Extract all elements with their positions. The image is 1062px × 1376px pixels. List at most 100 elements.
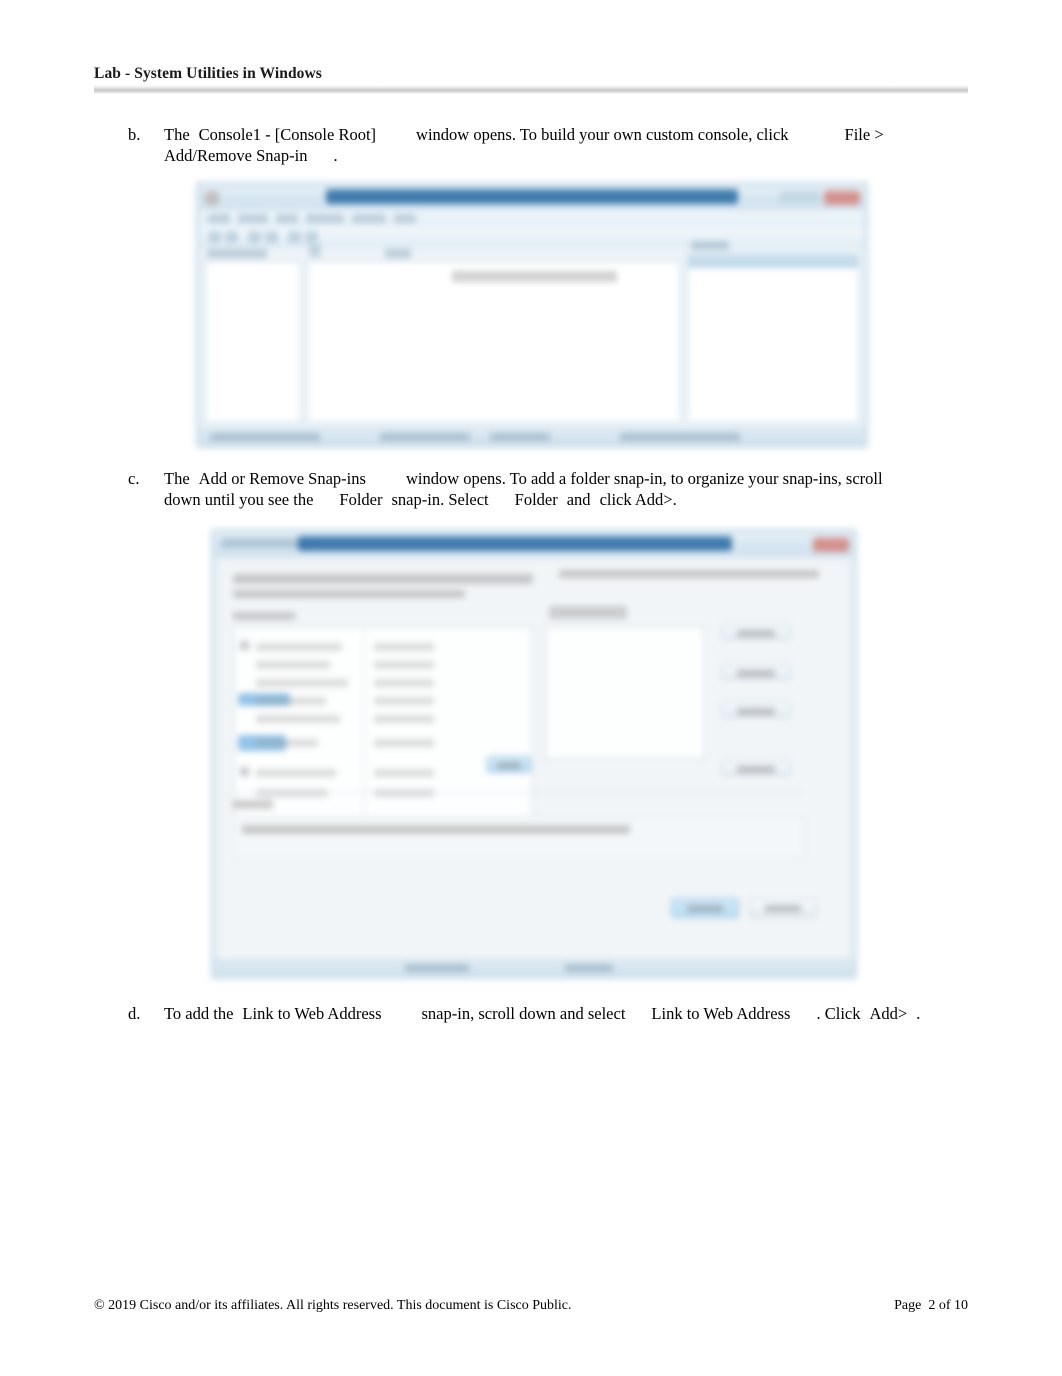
- snapin-row-5[interactable]: [256, 715, 340, 723]
- step-c-bold-folder-1: Folder: [339, 490, 383, 509]
- snapins-dialog: [211, 529, 857, 979]
- console-results-pane[interactable]: [307, 261, 681, 423]
- add-button[interactable]: [487, 756, 531, 773]
- document-header: Lab - System Utilities in Windows: [94, 64, 968, 94]
- actions-pane-label: [691, 241, 729, 250]
- step-d-text-4: .: [916, 1004, 921, 1023]
- cancel-button[interactable]: [749, 898, 817, 918]
- available-snapins-list[interactable]: [233, 626, 533, 818]
- results-empty-message: [452, 271, 617, 282]
- step-d-text-3: . Click: [816, 1004, 861, 1023]
- console-toolbar[interactable]: [200, 227, 864, 247]
- actions-pane-header: [687, 253, 859, 268]
- step-c: c. The Add or Remove Snap-ins window opens…: [128, 468, 938, 510]
- add-button-label: [497, 762, 521, 770]
- window-minimize-maximize-buttons[interactable]: [780, 191, 820, 203]
- step-d-bold-link-2: Link to Web Address: [651, 1004, 791, 1023]
- step-b-text-3: .: [333, 146, 338, 165]
- snapin-vendor-folder: [374, 739, 434, 747]
- console-app-icon: [205, 191, 219, 205]
- selected-snapins-label: [549, 606, 627, 619]
- snapin-row-2[interactable]: [256, 661, 330, 669]
- move-up-button[interactable]: [721, 624, 791, 640]
- toolbar-help-icon[interactable]: [305, 231, 318, 243]
- move-down-button[interactable]: [721, 664, 791, 680]
- remove-button[interactable]: [721, 702, 791, 718]
- step-b-text-1: The: [164, 125, 190, 144]
- menu-action[interactable]: [238, 214, 268, 223]
- description-label: [233, 800, 273, 809]
- step-b-marker: b.: [128, 125, 141, 144]
- toolbar-back-icon[interactable]: [208, 231, 221, 243]
- footer-page-label: Page: [894, 1298, 922, 1313]
- snapin-icon-1: [240, 641, 249, 650]
- advanced-button-label: [736, 765, 776, 773]
- console-title-text: [326, 189, 738, 204]
- console-tree-pane[interactable]: [205, 261, 301, 423]
- console-actions-pane[interactable]: [687, 267, 859, 423]
- advanced-button[interactable]: [721, 760, 791, 776]
- toolbar-properties-icon[interactable]: [288, 231, 301, 243]
- snapin-row-1[interactable]: [256, 643, 342, 651]
- results-name-column-label: [385, 249, 411, 258]
- dialog-close-button[interactable]: [813, 537, 849, 552]
- dialog-bottom-edge: [215, 959, 853, 975]
- snapin-vendor-8: [374, 789, 434, 797]
- snapin-row-4[interactable]: [256, 697, 326, 705]
- snapin-description-text: [242, 825, 630, 834]
- figure-snapins-dialog: [211, 529, 857, 979]
- list-column-divider: [364, 629, 365, 817]
- footer-copyright: © 2019 Cisco and/or its affiliates. All …: [94, 1298, 572, 1313]
- console-menubar[interactable]: [200, 210, 864, 227]
- dialog-titlebar: [215, 533, 853, 557]
- snapin-vendor-7: [374, 769, 434, 777]
- console-window: [196, 182, 868, 448]
- step-d-text-1: To add the: [164, 1004, 234, 1023]
- step-b-bold-console1: Console1 - [Console Root]: [198, 125, 377, 144]
- dialog-description-line-3: [233, 590, 465, 598]
- step-b-text: The Console1 - [Console Root] window opens…: [164, 124, 928, 166]
- dialog-description-line-1: [233, 574, 533, 584]
- remove-button-label: [736, 707, 776, 715]
- console-statusbar: [200, 428, 864, 444]
- step-c-marker: c.: [128, 469, 140, 488]
- step-c-text-4: snap-in. Select: [391, 490, 489, 509]
- ok-button[interactable]: [671, 898, 739, 918]
- status-segment-4: [620, 433, 740, 441]
- menu-view[interactable]: [276, 214, 298, 223]
- step-d-text-2: snap-in, scroll down and select: [421, 1004, 626, 1023]
- dialog-edge-segment-1: [405, 964, 469, 972]
- ok-button-label: [686, 905, 724, 913]
- console-root-label: [207, 249, 267, 258]
- status-segment-1: [210, 433, 320, 441]
- menu-favorites[interactable]: [306, 214, 344, 223]
- cancel-button-label: [764, 905, 802, 913]
- selected-snapins-list[interactable]: [545, 626, 705, 760]
- toolbar-save-icon[interactable]: [265, 231, 278, 243]
- step-d: d. To add the Link to Web Address snap-in,…: [128, 1003, 958, 1024]
- document-page: Lab - System Utilities in Windows b. The…: [0, 0, 1062, 1376]
- snapin-row-7[interactable]: [256, 769, 336, 777]
- dialog-description-separator: [233, 792, 805, 793]
- step-b-text-2: window opens. To build your own custom c…: [416, 125, 789, 144]
- snapin-vendor-3: [374, 679, 434, 687]
- toolbar-new-icon[interactable]: [248, 231, 261, 243]
- step-c-bold-add: click Add>: [599, 490, 673, 509]
- snapin-vendor-5: [374, 715, 434, 723]
- snapin-row-folder[interactable]: [256, 739, 318, 747]
- snapin-vendor-2: [374, 661, 434, 669]
- menu-file[interactable]: [208, 214, 230, 223]
- step-d-marker: d.: [128, 1004, 141, 1023]
- step-d-bold-link-1: Link to Web Address: [242, 1004, 382, 1023]
- step-c-bold-folder-2: Folder: [514, 490, 558, 509]
- step-b-bold-addremove: Add/Remove Snap-in: [164, 146, 308, 165]
- toolbar-forward-icon[interactable]: [225, 231, 238, 243]
- snapin-row-3[interactable]: [256, 679, 348, 687]
- snapin-vendor-4: [374, 697, 434, 705]
- snapin-row-8[interactable]: [256, 789, 328, 797]
- window-close-button[interactable]: [824, 190, 860, 205]
- menu-help[interactable]: [394, 214, 416, 223]
- menu-window[interactable]: [352, 214, 386, 223]
- move-up-button-label: [736, 629, 776, 637]
- dialog-body: [218, 559, 850, 972]
